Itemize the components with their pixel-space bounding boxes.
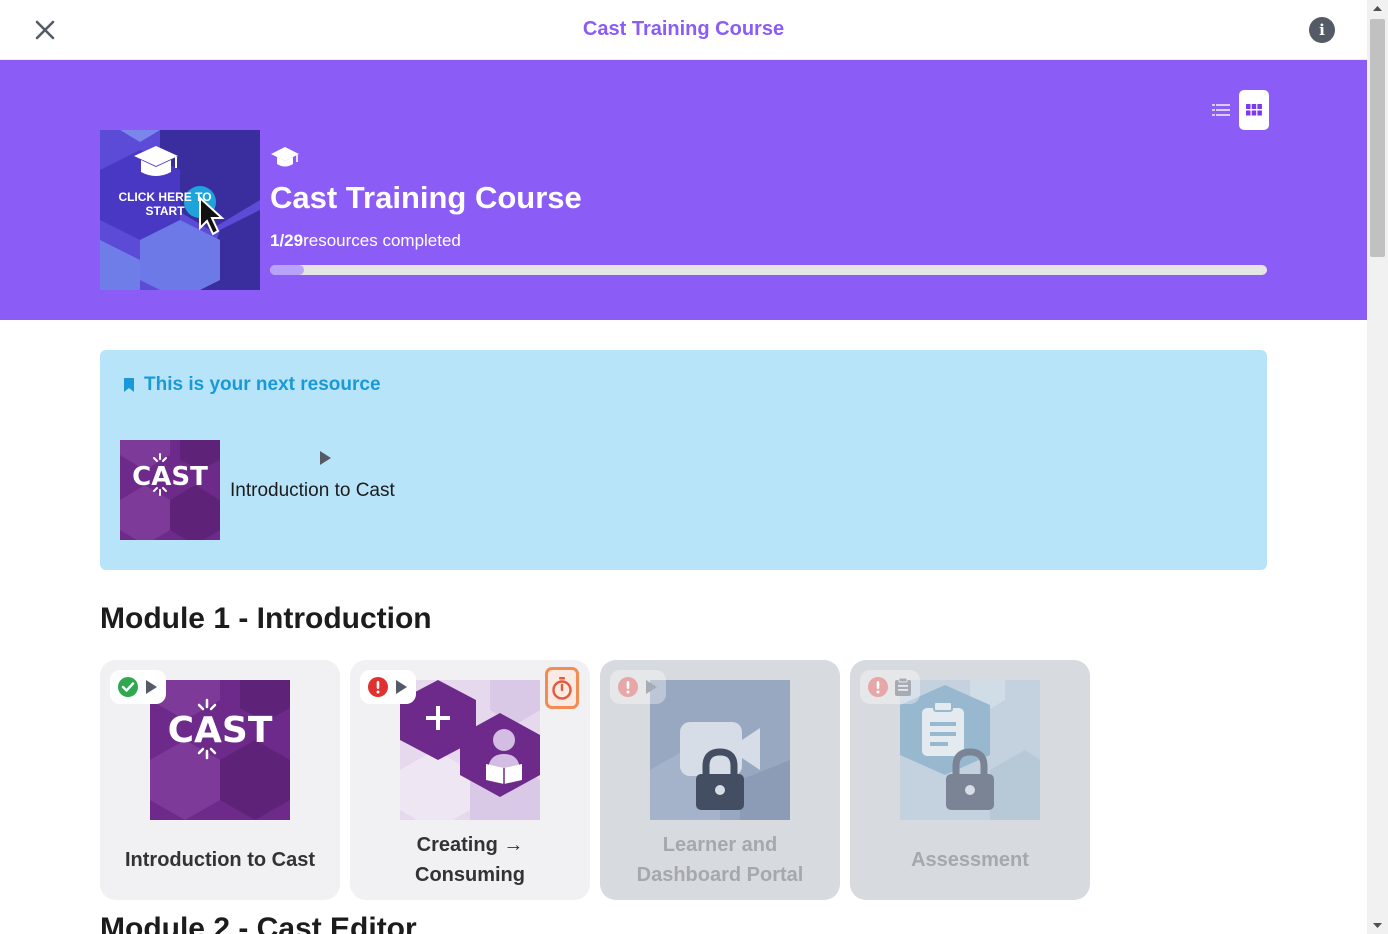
list-view-icon: [1212, 104, 1230, 116]
card-thumbnail: CAST: [150, 680, 290, 820]
clipboard-icon: [895, 677, 911, 696]
card-badges: [860, 670, 920, 704]
card-thumbnail: [400, 680, 540, 820]
scroll-up-arrow-icon[interactable]: [1367, 0, 1388, 17]
module-cards: CAST Introduction to Cast Creating → Con…: [100, 660, 1090, 900]
graduation-cap-icon: [270, 146, 300, 175]
scrollbar[interactable]: [1367, 0, 1388, 934]
alert-circle-icon: [868, 677, 888, 697]
list-view-button[interactable]: [1207, 90, 1235, 130]
module-title: Module 2 - Cast Editor: [100, 912, 417, 934]
next-resource-heading: This is your next resource: [144, 374, 381, 395]
resource-card[interactable]: CAST Introduction to Cast: [100, 660, 340, 900]
info-icon[interactable]: i: [1309, 17, 1335, 43]
course-title: Cast Training Course: [270, 180, 582, 215]
scrollbar-thumb[interactable]: [1370, 19, 1385, 257]
next-resource-item[interactable]: CAST Introduction to Cast: [120, 440, 440, 540]
resource-card-locked[interactable]: Learner and Dashboard Portal: [600, 660, 840, 900]
bookmark-icon: [124, 378, 134, 392]
lock-icon: [946, 748, 994, 810]
top-bar: Cast Training Course i: [0, 0, 1367, 60]
next-resource-header: This is your next resource: [122, 374, 381, 396]
card-badges: [360, 670, 416, 704]
card-title: Assessment: [911, 849, 1029, 871]
resource-card[interactable]: Creating → Consuming: [350, 660, 590, 900]
completed-suffix: resources completed: [303, 231, 461, 250]
alert-circle-icon: [368, 677, 388, 697]
alert-circle-icon: [618, 677, 638, 697]
play-icon: [318, 450, 332, 471]
card-title: Learner and Dashboard Portal: [636, 834, 804, 886]
resource-card-locked[interactable]: Assessment: [850, 660, 1090, 900]
course-thumbnail[interactable]: CLICK HERE TO START: [100, 130, 260, 290]
play-icon: [396, 680, 407, 694]
card-title: Creating → Consuming: [415, 834, 525, 886]
cast-logo-text: CAST: [132, 462, 208, 492]
completed-count: 1/29: [270, 231, 304, 250]
play-icon: [646, 680, 657, 694]
scroll-down-arrow-icon[interactable]: [1367, 917, 1388, 934]
cast-logo-text: CAST: [168, 710, 273, 751]
stopwatch-icon: [552, 677, 572, 700]
card-title: Introduction to Cast: [125, 849, 315, 871]
next-resource-title: Introduction to Cast: [230, 480, 395, 501]
progress-fill: [270, 265, 304, 275]
progress-text: 1/29resources completed: [270, 231, 461, 251]
thumbnail-label: CLICK HERE TO START: [118, 190, 212, 218]
card-badges: [610, 670, 666, 704]
next-resource-panel: This is your next resource CAST Introduc…: [100, 350, 1267, 570]
play-icon: [146, 680, 157, 694]
course-header: CLICK HERE TO START Cast Training Course…: [0, 60, 1367, 320]
module-title: Module 1 - Introduction: [100, 602, 432, 635]
view-toggle: [1207, 90, 1269, 130]
next-resource-thumbnail: CAST: [120, 440, 220, 540]
grid-view-icon: [1246, 104, 1262, 116]
grid-view-button[interactable]: [1239, 90, 1269, 130]
timer-badge: [545, 667, 579, 709]
page-title: Cast Training Course: [582, 18, 785, 40]
card-badges: [110, 670, 166, 704]
progress-bar: [270, 265, 1267, 275]
lock-icon: [696, 748, 744, 810]
check-circle-icon: [118, 677, 138, 697]
